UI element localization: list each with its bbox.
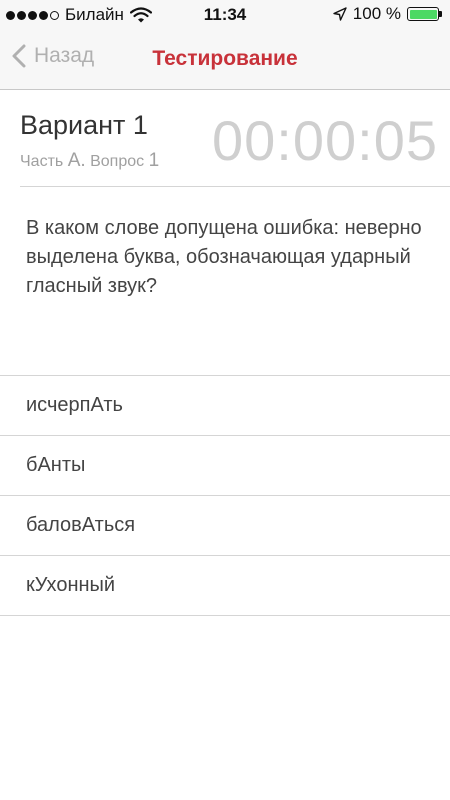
back-button[interactable]: Назад <box>12 44 94 68</box>
battery-nub <box>439 11 442 17</box>
status-right: 100 % <box>333 4 442 24</box>
status-bar: Билайн 11:34 100 % <box>0 0 450 30</box>
answer-option[interactable]: кУхонный <box>0 556 450 616</box>
chevron-left-icon <box>12 44 26 68</box>
question-number: 1 <box>148 150 160 171</box>
variant-subtitle: Часть А. Вопрос 1 <box>20 150 159 172</box>
timer: 00:00:05 <box>212 109 438 172</box>
answer-option[interactable]: баловАться <box>0 496 450 556</box>
battery-body <box>407 7 439 21</box>
part-prefix: Часть <box>20 153 64 170</box>
answer-option[interactable]: исчерпАть <box>0 376 450 436</box>
battery-icon <box>407 7 442 21</box>
battery-percent: 100 % <box>352 4 401 23</box>
location-arrow-icon <box>333 7 347 21</box>
variant-title: Вариант 1 <box>20 110 148 140</box>
back-label: Назад <box>34 44 95 67</box>
answer-list: исчерпАть бАнты баловАться кУхонный <box>0 375 450 616</box>
variant-header: Вариант 1 Часть А. Вопрос 1 00:00:05 <box>20 90 450 187</box>
part-letter: А. <box>67 150 86 171</box>
question-label: Вопрос <box>90 153 145 170</box>
answer-option[interactable]: бАнты <box>0 436 450 496</box>
battery-fill <box>409 9 437 19</box>
question-text: В каком слове допущена ошибка: неверно в… <box>26 217 422 297</box>
navigation-bar: Назад Тестирование <box>0 30 450 90</box>
